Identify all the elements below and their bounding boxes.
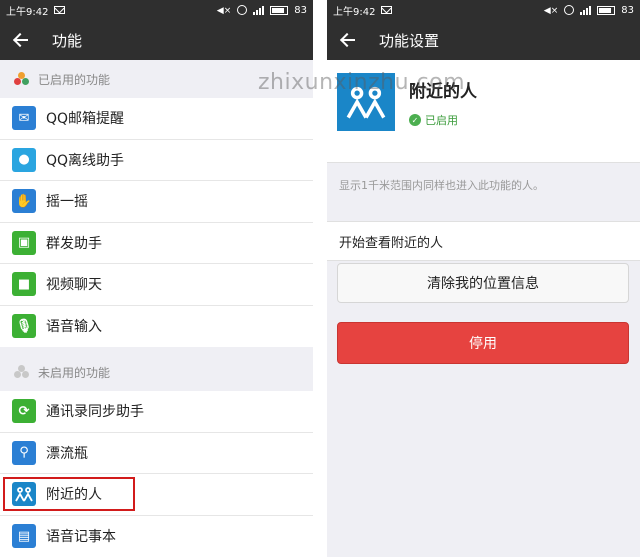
features-screen: 上午9:42 83 功能 已启用的功能 ✉ QQ邮箱提醒 ● QQ离线助手 ✋ …	[0, 0, 313, 557]
feature-item-voice-input[interactable]: 🎙 语音输入	[0, 306, 313, 348]
status-bar: 上午9:42 83	[0, 0, 313, 20]
disabled-section-label: 未启用的功能	[38, 365, 111, 380]
mail-icon: ✉	[12, 106, 36, 131]
signal-icon	[253, 5, 265, 15]
signal-icon	[580, 5, 592, 15]
mute-icon	[217, 5, 231, 16]
battery-level: 83	[621, 4, 634, 16]
feature-item-video-chat[interactable]: ■ 视频聊天	[0, 264, 313, 306]
feature-status: ✓ 已启用	[409, 112, 477, 128]
feature-item-voice-notepad[interactable]: ▤ 语音记事本	[0, 516, 313, 557]
feature-label: 视频聊天	[46, 277, 102, 294]
clear-location-button[interactable]: 清除我的位置信息	[337, 263, 629, 303]
alarm-icon	[564, 5, 575, 15]
feature-label: 通讯录同步助手	[46, 404, 144, 421]
status-time: 上午9:42	[333, 6, 376, 18]
feature-item-people-nearby[interactable]: 附近的人	[0, 474, 313, 516]
status-label: 已启用	[425, 114, 458, 127]
mail-notification-icon	[54, 6, 66, 14]
video-camera-icon: ■	[12, 272, 36, 297]
microphone-icon: 🎙	[12, 314, 36, 339]
broadcast-icon: ▣	[12, 230, 36, 255]
disabled-section-header: 未启用的功能	[0, 353, 313, 391]
disabled-dots-icon	[14, 365, 30, 379]
mute-icon	[544, 5, 558, 16]
feature-label: 群发助手	[46, 235, 102, 252]
shake-hand-icon: ✋	[12, 189, 36, 214]
feature-label: 语音输入	[46, 319, 102, 336]
status-bar: 上午9:42 83	[327, 0, 640, 20]
feature-title: 附近的人	[409, 82, 477, 102]
battery-level: 83	[294, 4, 307, 16]
enabled-dots-icon	[14, 72, 30, 86]
enabled-feature-list: ✉ QQ邮箱提醒 ● QQ离线助手 ✋ 摇一摇 ▣ 群发助手 ■ 视频聊天 🎙 …	[0, 98, 313, 347]
feature-label: QQ邮箱提醒	[46, 111, 125, 128]
feature-label: QQ离线助手	[46, 152, 125, 169]
feature-label: 摇一摇	[46, 194, 88, 211]
disabled-feature-list: ⟳ 通讯录同步助手 ⚲ 漂流瓶 附近的人 ▤ 语音记事本	[0, 391, 313, 557]
divider	[313, 0, 327, 557]
page-title: 功能	[52, 31, 83, 50]
contact-sync-icon: ⟳	[12, 399, 36, 424]
feature-header: 附近的人 ✓ 已启用	[327, 60, 640, 163]
disable-button[interactable]: 停用	[337, 322, 629, 364]
battery-icon	[597, 5, 616, 15]
feature-item-qq-mail[interactable]: ✉ QQ邮箱提醒	[0, 98, 313, 140]
mail-notification-icon	[381, 6, 393, 14]
qq-penguin-icon: ●	[12, 147, 36, 172]
enabled-section-header: 已启用的功能	[0, 60, 313, 98]
feature-item-qq-offline[interactable]: ● QQ离线助手	[0, 140, 313, 181]
feature-label: 漂流瓶	[46, 445, 88, 462]
feature-item-broadcast[interactable]: ▣ 群发助手	[0, 223, 313, 264]
feature-item-shake[interactable]: ✋ 摇一摇	[0, 181, 313, 223]
back-arrow-icon[interactable]	[339, 31, 357, 49]
page-title: 功能设置	[379, 31, 440, 50]
check-icon: ✓	[409, 114, 421, 126]
feature-settings-screen: 上午9:42 83 功能设置 附近的人 ✓ 已启用 显示1千米范围内同样也进入此…	[327, 0, 640, 557]
alarm-icon	[237, 5, 248, 15]
nav-bar: 功能	[0, 20, 313, 60]
people-nearby-icon	[12, 482, 36, 507]
feature-item-drift-bottle[interactable]: ⚲ 漂流瓶	[0, 433, 313, 474]
feature-label: 语音记事本	[46, 529, 116, 546]
feature-label: 附近的人	[46, 487, 102, 504]
back-arrow-icon[interactable]	[12, 31, 30, 49]
feature-item-contact-sync[interactable]: ⟳ 通讯录同步助手	[0, 391, 313, 433]
nav-bar: 功能设置	[327, 20, 640, 60]
feature-description: 显示1千米范围内同样也进入此功能的人。	[339, 179, 544, 192]
voice-notepad-icon: ▤	[12, 524, 36, 549]
status-time: 上午9:42	[6, 6, 49, 18]
battery-icon	[270, 5, 289, 15]
people-nearby-icon	[337, 73, 395, 131]
enabled-section-label: 已启用的功能	[38, 72, 111, 87]
drift-bottle-icon: ⚲	[12, 440, 36, 465]
view-nearby-row[interactable]: 开始查看附近的人	[327, 221, 640, 261]
